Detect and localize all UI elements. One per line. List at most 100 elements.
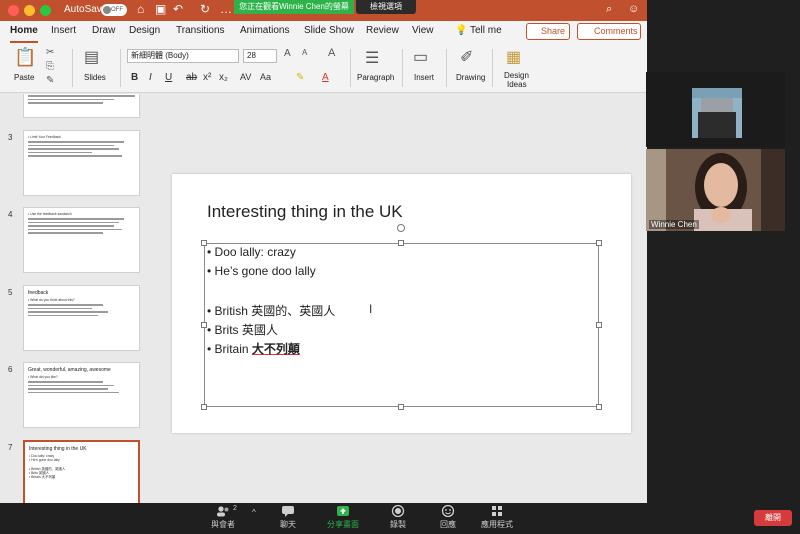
- strikethrough-icon[interactable]: ab: [186, 72, 197, 83]
- underline-icon[interactable]: U: [165, 72, 172, 83]
- home-icon[interactable]: ⌂: [137, 2, 144, 16]
- font-size-select[interactable]: 28: [243, 49, 277, 63]
- autosave-toggle[interactable]: OFF: [101, 4, 127, 16]
- more-icon[interactable]: …: [220, 2, 232, 16]
- tab-view[interactable]: View: [412, 25, 434, 36]
- tab-slide-show[interactable]: Slide Show: [304, 25, 354, 36]
- tab-draw[interactable]: Draw: [92, 25, 115, 36]
- tab-home[interactable]: Home: [10, 25, 38, 43]
- slide-number: 7: [8, 443, 13, 452]
- highlight-icon[interactable]: ✎: [296, 72, 304, 83]
- ribbon-divider: [446, 49, 447, 87]
- increase-font-icon[interactable]: A: [284, 48, 291, 59]
- resize-handle[interactable]: [398, 240, 404, 246]
- slide-thumbnail[interactable]: • Use the feedback sandwich: [23, 207, 140, 273]
- close-window-button[interactable]: [8, 5, 19, 16]
- slide-number: 6: [8, 365, 13, 374]
- paragraph-icon[interactable]: ☰: [365, 48, 379, 68]
- cut-icon[interactable]: ✂: [46, 47, 54, 58]
- chevron-up-icon[interactable]: ^: [252, 508, 256, 517]
- thumb-text-line: [28, 98, 114, 100]
- redo-icon[interactable]: ↻: [200, 2, 210, 16]
- search-icon[interactable]: ⌕: [606, 3, 612, 16]
- ribbon-divider: [350, 49, 351, 87]
- slide-thumbnail-pane[interactable]: 3 • Limit Your Feedback 4 • Use the feed…: [0, 94, 160, 503]
- tell-me-search[interactable]: Tell me: [470, 25, 502, 36]
- slide-thumbnail[interactable]: [23, 94, 140, 118]
- apps-button[interactable]: 應用程式: [472, 505, 522, 530]
- title-bar: AutoSave OFF ⌂ ▣ ↶ ↻ … 您正在觀看Winnie Chen的…: [0, 0, 647, 21]
- rotate-handle[interactable]: [397, 224, 405, 232]
- maximize-window-button[interactable]: [40, 5, 51, 16]
- bold-icon[interactable]: B: [131, 72, 138, 83]
- participants-button[interactable]: 與會者: [198, 505, 248, 530]
- decrease-font-icon[interactable]: A: [302, 48, 307, 57]
- copy-icon[interactable]: ⎘: [46, 61, 54, 72]
- minimize-window-button[interactable]: [24, 5, 35, 16]
- save-icon[interactable]: ▣: [155, 2, 166, 16]
- share-button[interactable]: Share: [526, 23, 570, 40]
- record-button[interactable]: 錄製: [373, 505, 423, 530]
- thumb-text-line: [28, 144, 114, 147]
- share-screen-label: 分享畫面: [327, 520, 359, 529]
- slide-number: 5: [8, 288, 13, 297]
- thumb-text-line: [28, 384, 114, 387]
- thumb-text-line: [28, 391, 119, 394]
- paste-icon[interactable]: 📋: [14, 47, 36, 68]
- text-cursor-icon: I: [369, 302, 373, 316]
- format-painter-icon[interactable]: ✎: [46, 75, 54, 86]
- resize-handle[interactable]: [596, 322, 602, 328]
- drawing-icon[interactable]: ✐: [460, 47, 473, 67]
- resize-handle[interactable]: [596, 240, 602, 246]
- slide-canvas[interactable]: Interesting thing in the UK • Doo lally:…: [172, 174, 631, 433]
- thumb-text-line: [28, 221, 119, 224]
- subscript-icon[interactable]: x₂: [219, 72, 228, 83]
- slide-thumbnail-selected[interactable]: Interesting thing in the UK • Doo lally:…: [23, 440, 140, 503]
- slide-title[interactable]: Interesting thing in the UK: [207, 202, 403, 222]
- character-spacing-icon[interactable]: AV: [240, 72, 251, 82]
- thumb-text: • What did you like?: [28, 375, 58, 379]
- slides-label: Slides: [84, 73, 106, 82]
- superscript-icon[interactable]: x²: [203, 72, 211, 83]
- font-color-icon[interactable]: A: [322, 72, 329, 83]
- tab-transitions[interactable]: Transitions: [176, 25, 225, 36]
- chat-button[interactable]: 聊天: [263, 505, 313, 530]
- participant-video-tile[interactable]: Winnie Chen: [646, 149, 785, 231]
- tab-design[interactable]: Design: [129, 25, 160, 36]
- participant-count: 2: [233, 505, 237, 512]
- participant-name: Winnie Chen: [649, 220, 699, 229]
- insert-shape-icon[interactable]: ▭: [413, 47, 428, 67]
- share-screen-icon: [337, 506, 349, 516]
- ribbon: 📋 Paste ✂ ⎘ ✎ ▤ Slides 新細明體 (Body) 28 A …: [0, 43, 647, 93]
- italic-icon[interactable]: I: [149, 72, 152, 83]
- share-screen-button[interactable]: 分享畫面: [318, 505, 368, 530]
- slide-thumbnail[interactable]: feedback • What do you think about this?: [23, 285, 140, 351]
- change-case-icon[interactable]: Aa: [260, 72, 271, 82]
- thumb-text-line: [28, 151, 93, 154]
- record-label: 錄製: [390, 520, 406, 529]
- tab-insert[interactable]: Insert: [51, 25, 76, 36]
- tab-review[interactable]: Review: [366, 25, 399, 36]
- thumb-text-line: [28, 381, 103, 383]
- resize-handle[interactable]: [201, 404, 207, 410]
- ribbon-divider: [492, 49, 493, 87]
- comments-button[interactable]: Comments: [577, 23, 641, 40]
- font-name-select[interactable]: 新細明體 (Body): [127, 49, 239, 63]
- thumb-text-line: [28, 228, 123, 231]
- new-slide-icon[interactable]: ▤: [84, 47, 99, 67]
- reactions-button[interactable]: 回應: [423, 505, 473, 530]
- thumb-text-line: [28, 225, 114, 227]
- slide-thumbnail[interactable]: • Limit Your Feedback: [23, 130, 140, 196]
- slide-thumbnail[interactable]: Great, wonderful, amazing, awesome • Wha…: [23, 362, 140, 428]
- view-options-button[interactable]: 檢視選項: [356, 0, 416, 14]
- clear-format-icon[interactable]: A: [328, 47, 335, 59]
- tab-animations[interactable]: Animations: [240, 25, 289, 36]
- leave-meeting-button[interactable]: 離開: [754, 510, 792, 526]
- thumb-text-line: [28, 95, 135, 97]
- account-icon[interactable]: ☺: [628, 3, 639, 15]
- resize-handle[interactable]: [398, 404, 404, 410]
- undo-icon[interactable]: ↶: [173, 2, 183, 16]
- design-ideas-icon[interactable]: ▦: [506, 47, 521, 67]
- participant-video-tile[interactable]: [646, 72, 785, 147]
- resize-handle[interactable]: [596, 404, 602, 410]
